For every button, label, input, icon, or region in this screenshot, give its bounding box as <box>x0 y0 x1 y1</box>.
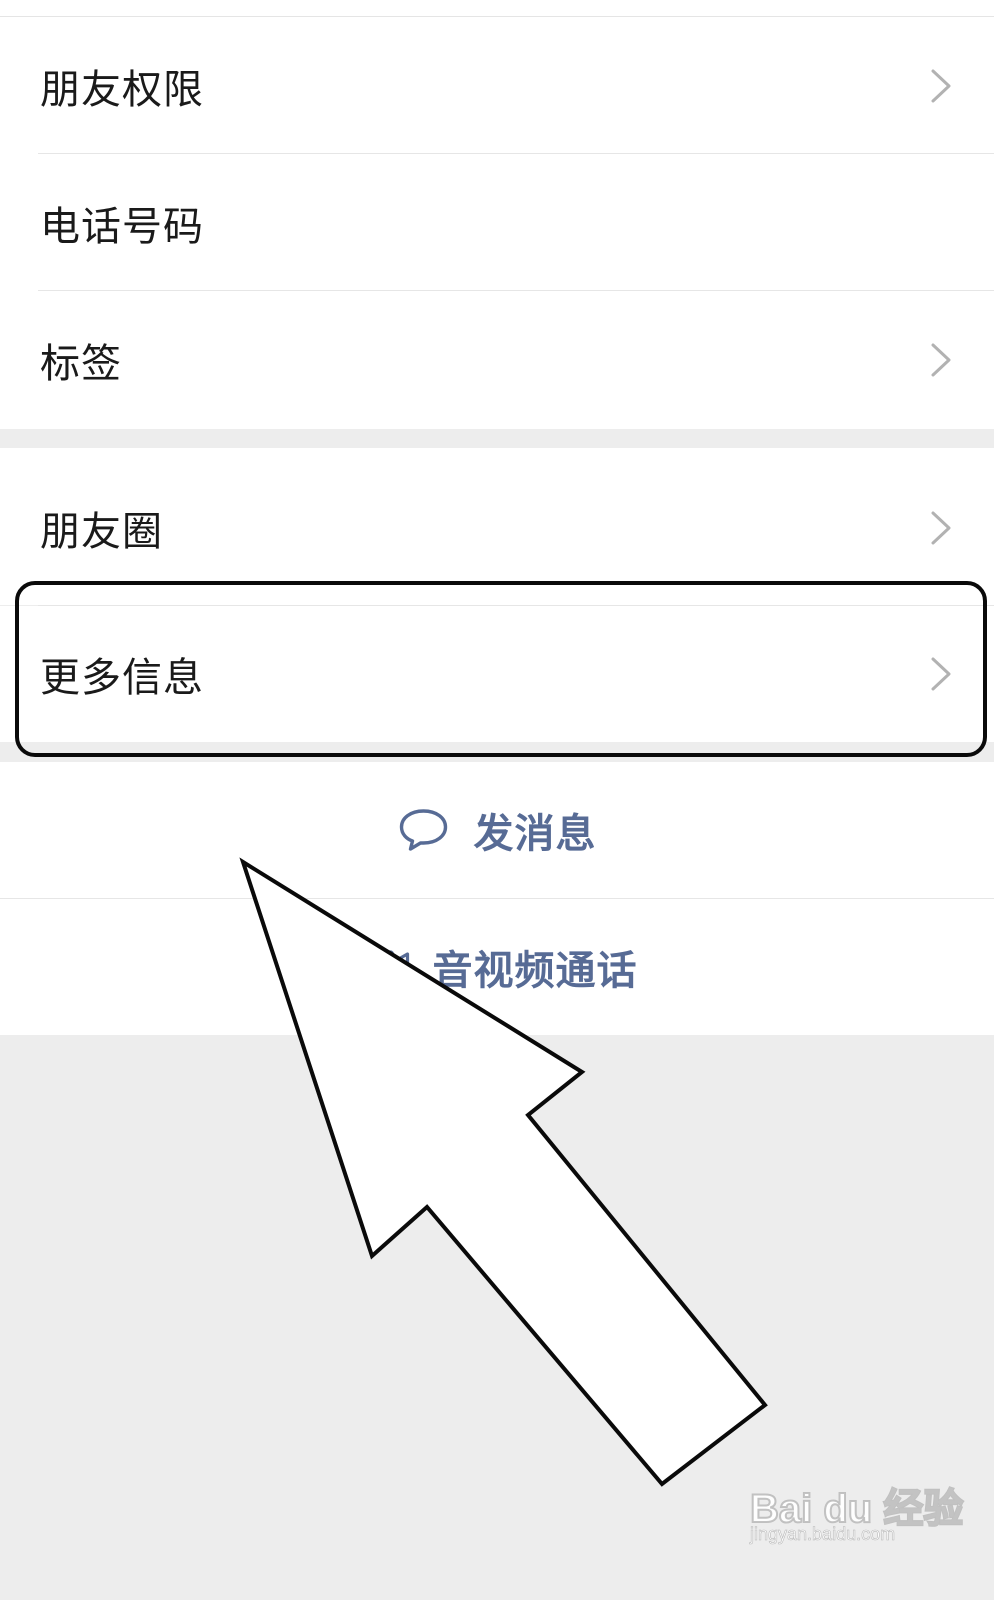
send-message-label: 发消息 <box>473 811 597 857</box>
av-call-button[interactable]: 音视频通话 <box>0 899 994 1035</box>
contact-profile-screen: 朋友权限 电话号码 标签 朋友圈 更多信息 发消息 音视频通话 Bai du 经… <box>0 0 994 1600</box>
top-edge <box>0 0 994 17</box>
baidu-jingyan-watermark: Bai du 经验 jingyan.baidu.com <box>749 1462 964 1554</box>
video-camera-icon <box>356 950 410 984</box>
row-more-info[interactable]: 更多信息 <box>0 606 994 742</box>
chevron-right-icon <box>931 69 951 103</box>
watermark-brand: Bai du 经验 <box>749 1486 964 1532</box>
chevron-right-icon <box>931 657 951 691</box>
row-label: 更多信息 <box>40 655 204 701</box>
row-label: 朋友权限 <box>40 67 204 113</box>
av-call-label: 音视频通话 <box>432 948 638 994</box>
row-label: 电话号码 <box>40 204 204 250</box>
send-message-content: 发消息 <box>398 801 597 859</box>
row-tags[interactable]: 标签 <box>0 291 994 429</box>
chevron-right-icon <box>931 343 951 377</box>
row-label: 标签 <box>40 341 122 387</box>
chat-bubble-icon <box>399 809 448 851</box>
watermark-url: jingyan.baidu.com <box>750 1524 896 1545</box>
row-moments[interactable]: 朋友圈 <box>0 448 994 605</box>
send-message-button[interactable]: 发消息 <box>0 762 994 898</box>
chevron-right-icon <box>931 511 951 545</box>
row-label: 朋友圈 <box>40 509 163 555</box>
av-call-content: 音视频通话 <box>356 938 638 996</box>
row-phone-number[interactable]: 电话号码 <box>0 154 994 292</box>
row-friend-permissions[interactable]: 朋友权限 <box>0 17 994 155</box>
